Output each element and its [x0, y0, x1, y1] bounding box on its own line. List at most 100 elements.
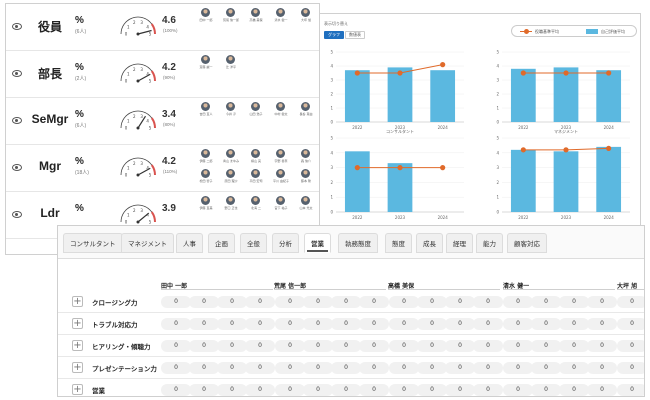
score-cell[interactable]: 0 [359, 340, 389, 352]
expand-plus-icon[interactable]: + [72, 296, 83, 307]
score-cell[interactable]: 0 [303, 384, 333, 396]
score-cell[interactable]: 0 [189, 384, 219, 396]
score-cell[interactable]: 0 [303, 340, 333, 352]
member-avatar[interactable]: 清水 健一 [269, 8, 293, 25]
member-avatar[interactable]: 伊藤 二郎 [194, 149, 218, 166]
expand-plus-icon[interactable]: + [72, 362, 83, 373]
eye-icon[interactable] [12, 23, 22, 30]
score-cell[interactable]: 0 [445, 296, 475, 308]
score-cell[interactable]: 0 [559, 296, 589, 308]
score-cell[interactable]: 0 [503, 318, 533, 330]
member-avatar[interactable]: 野口 正也 [219, 196, 243, 213]
tab-4[interactable]: 全般 [240, 233, 267, 253]
tab-0[interactable]: コンサルタント [63, 233, 123, 253]
score-cell[interactable]: 0 [445, 340, 475, 352]
score-cell[interactable]: 0 [617, 318, 644, 330]
table-view-button[interactable]: 数値表 [345, 31, 365, 39]
score-cell[interactable]: 0 [389, 362, 419, 374]
tab-2[interactable]: 人事 [176, 233, 203, 253]
expand-plus-icon[interactable]: + [72, 384, 83, 395]
score-cell[interactable]: 0 [161, 384, 191, 396]
score-cell[interactable]: 0 [217, 318, 247, 330]
score-cell[interactable]: 0 [531, 318, 561, 330]
tab-11[interactable]: 能力 [476, 233, 503, 253]
score-cell[interactable]: 0 [473, 318, 503, 330]
score-cell[interactable]: 0 [445, 318, 475, 330]
member-avatar[interactable]: 山本 光太 [294, 196, 318, 213]
member-avatar[interactable]: 田中 一郎 [194, 8, 218, 25]
score-cell[interactable]: 0 [245, 340, 275, 352]
expand-plus-icon[interactable]: + [72, 340, 83, 351]
member-avatar[interactable]: 辻 洋平 [219, 55, 243, 72]
score-cell[interactable]: 0 [161, 340, 191, 352]
tab-6[interactable]: 営業 [304, 233, 331, 253]
member-avatar[interactable]: 藤本 隆 [294, 169, 318, 186]
score-cell[interactable]: 0 [417, 340, 447, 352]
tab-12[interactable]: 顧客対応 [507, 233, 547, 253]
score-cell[interactable]: 0 [331, 362, 361, 374]
score-cell[interactable]: 0 [503, 362, 533, 374]
score-cell[interactable]: 0 [331, 296, 361, 308]
member-avatar[interactable]: 斎藤 誠一 [194, 55, 218, 72]
score-cell[interactable]: 0 [473, 384, 503, 396]
score-cell[interactable]: 0 [275, 340, 305, 352]
score-cell[interactable]: 0 [617, 384, 644, 396]
score-cell[interactable]: 0 [417, 362, 447, 374]
score-cell[interactable]: 0 [303, 362, 333, 374]
score-cell[interactable]: 0 [331, 340, 361, 352]
score-cell[interactable]: 0 [245, 296, 275, 308]
member-avatar[interactable]: 宮下 祐子 [269, 196, 293, 213]
score-cell[interactable]: 0 [161, 318, 191, 330]
member-avatar[interactable]: 高橋 美保 [244, 8, 268, 25]
member-avatar[interactable]: 荒尾 信一郎 [219, 8, 243, 25]
member-avatar[interactable]: 山田 浩子 [244, 102, 268, 119]
member-avatar[interactable]: 平田 宏司 [244, 169, 268, 186]
score-cell[interactable]: 0 [503, 384, 533, 396]
score-cell[interactable]: 0 [617, 362, 644, 374]
member-avatar[interactable]: 吉田 直人 [194, 102, 218, 119]
eye-icon[interactable] [12, 211, 22, 218]
score-cell[interactable]: 0 [161, 362, 191, 374]
member-avatar[interactable]: 原田 理沙 [219, 169, 243, 186]
score-cell[interactable]: 0 [587, 340, 617, 352]
score-cell[interactable]: 0 [189, 296, 219, 308]
score-cell[interactable]: 0 [503, 340, 533, 352]
score-cell[interactable]: 0 [389, 340, 419, 352]
score-cell[interactable]: 0 [389, 296, 419, 308]
score-cell[interactable]: 0 [275, 318, 305, 330]
score-cell[interactable]: 0 [245, 362, 275, 374]
score-cell[interactable]: 0 [617, 296, 644, 308]
graph-view-button[interactable]: グラフ [324, 31, 344, 39]
score-cell[interactable]: 0 [531, 384, 561, 396]
expand-plus-icon[interactable]: + [72, 318, 83, 329]
member-avatar[interactable]: 北海 二 [244, 196, 268, 213]
member-avatar[interactable]: 今井 淳 [219, 102, 243, 119]
member-avatar[interactable]: 森 信介 [294, 149, 318, 166]
score-cell[interactable]: 0 [217, 362, 247, 374]
tab-7[interactable]: 執務態度 [338, 233, 378, 253]
member-avatar[interactable]: 伊藤 直美 [194, 196, 218, 213]
score-cell[interactable]: 0 [531, 296, 561, 308]
score-cell[interactable]: 0 [389, 318, 419, 330]
eye-icon[interactable] [12, 70, 22, 77]
score-cell[interactable]: 0 [503, 296, 533, 308]
member-avatar[interactable]: 中村 健太 [269, 102, 293, 119]
score-cell[interactable]: 0 [473, 340, 503, 352]
member-avatar[interactable]: 青山 まゆみ [219, 149, 243, 166]
score-cell[interactable]: 0 [587, 362, 617, 374]
member-avatar[interactable]: 松田 智子 [194, 169, 218, 186]
score-cell[interactable]: 0 [389, 384, 419, 396]
score-cell[interactable]: 0 [331, 384, 361, 396]
score-cell[interactable]: 0 [245, 318, 275, 330]
member-avatar[interactable]: 長谷 真由 [294, 102, 318, 119]
score-cell[interactable]: 0 [417, 384, 447, 396]
score-cell[interactable]: 0 [559, 384, 589, 396]
tab-9[interactable]: 成長 [416, 233, 443, 253]
score-cell[interactable]: 0 [417, 318, 447, 330]
score-cell[interactable]: 0 [275, 296, 305, 308]
score-cell[interactable]: 0 [473, 296, 503, 308]
score-cell[interactable]: 0 [445, 384, 475, 396]
score-cell[interactable]: 0 [559, 318, 589, 330]
score-cell[interactable]: 0 [531, 340, 561, 352]
score-cell[interactable]: 0 [245, 384, 275, 396]
